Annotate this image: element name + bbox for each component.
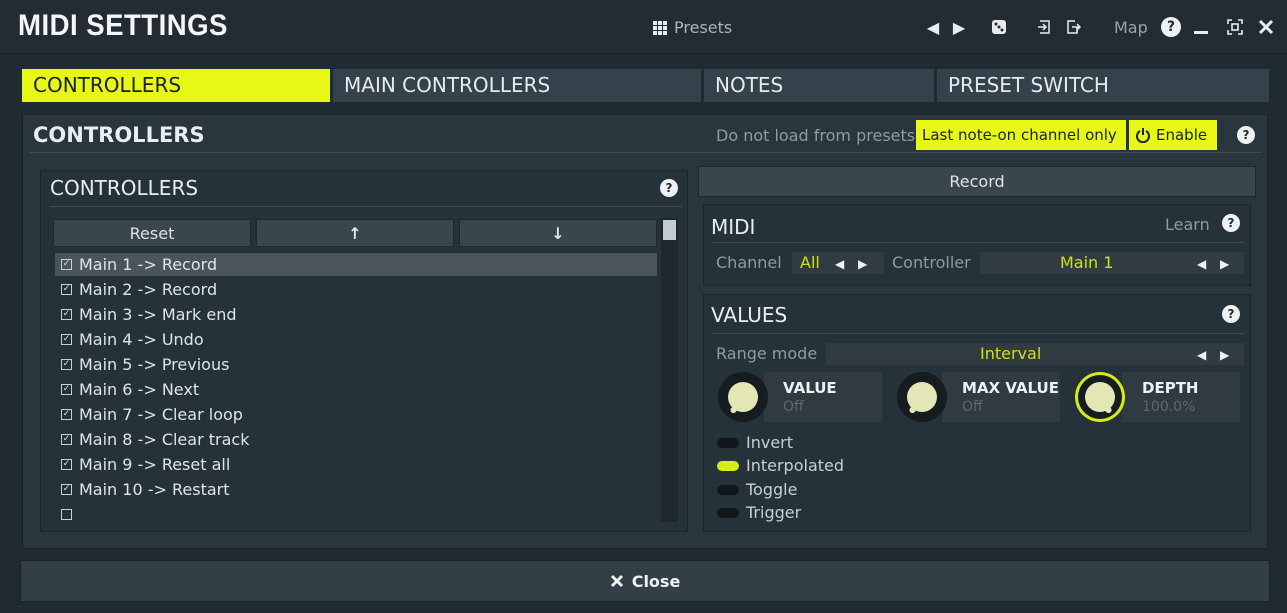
help-icon[interactable]: ? bbox=[1160, 17, 1182, 37]
tab-preset-switch[interactable]: PRESET SWITCH bbox=[937, 69, 1269, 102]
enable-button[interactable]: Enable bbox=[1129, 120, 1217, 150]
move-down-button[interactable]: ↓ bbox=[459, 219, 657, 247]
midi-title: MIDI bbox=[711, 215, 756, 239]
reset-button[interactable]: Reset bbox=[53, 219, 251, 247]
prev-preset-icon[interactable]: ◀ bbox=[926, 17, 940, 37]
checkbox-icon[interactable]: ✓ bbox=[61, 384, 72, 395]
toggle-toggle[interactable] bbox=[717, 485, 739, 495]
max-value-knob-title: MAX VALUE bbox=[962, 379, 1059, 397]
channel-next-icon[interactable]: ▶ bbox=[858, 257, 867, 271]
depth-knob-value: 100.0% bbox=[1142, 399, 1196, 415]
next-preset-icon[interactable]: ▶ bbox=[952, 17, 966, 37]
list-item[interactable]: ✓ Main 10 -> Restart bbox=[55, 478, 657, 501]
random-dice-icon[interactable] bbox=[990, 17, 1008, 37]
close-x-icon bbox=[610, 574, 623, 588]
window-title: MIDI SETTINGS bbox=[18, 9, 228, 42]
record-button[interactable]: Record bbox=[698, 166, 1256, 197]
map-button[interactable]: Map bbox=[1114, 18, 1148, 37]
list-item[interactable]: ✓ Main 7 -> Clear loop bbox=[55, 403, 657, 426]
import-icon[interactable] bbox=[1036, 17, 1054, 37]
midi-help-icon[interactable]: ? bbox=[1222, 214, 1240, 232]
checkbox-icon[interactable]: ✓ bbox=[61, 359, 72, 370]
checkbox-icon[interactable]: ✓ bbox=[61, 484, 72, 495]
invert-toggle[interactable] bbox=[717, 438, 739, 448]
panel-help-icon[interactable]: ? bbox=[1237, 126, 1255, 144]
list-scrollbar-thumb[interactable] bbox=[663, 220, 676, 240]
presets-label: Presets bbox=[674, 18, 733, 37]
list-divider bbox=[50, 206, 682, 207]
depth-knob-title: DEPTH bbox=[1142, 379, 1199, 397]
value-knob-value: Off bbox=[783, 399, 804, 415]
range-mode-next-icon[interactable]: ▶ bbox=[1220, 348, 1229, 362]
channel-value: All bbox=[800, 253, 820, 272]
values-help-icon[interactable]: ? bbox=[1222, 305, 1240, 323]
checkbox-icon[interactable]: ✓ bbox=[61, 284, 72, 295]
enable-label: Enable bbox=[1156, 126, 1208, 144]
channel-prev-icon[interactable]: ◀ bbox=[835, 257, 844, 271]
list-item[interactable]: ✓ Main 1 -> Record bbox=[55, 253, 657, 276]
range-mode-value: Interval bbox=[980, 344, 1042, 363]
values-divider bbox=[711, 333, 1245, 334]
controllers-list-title: CONTROLLERS bbox=[50, 176, 199, 200]
channel-label: Channel bbox=[716, 253, 782, 272]
export-icon[interactable] bbox=[1064, 17, 1082, 37]
power-icon bbox=[1136, 128, 1150, 143]
tab-controllers[interactable]: CONTROLLERS bbox=[22, 69, 330, 102]
trigger-label: Trigger bbox=[746, 503, 802, 522]
checkbox-icon[interactable]: ✓ bbox=[61, 409, 72, 420]
list-item[interactable]: ✓ Main 9 -> Reset all bbox=[55, 453, 657, 476]
midi-divider bbox=[711, 242, 1245, 243]
close-icon[interactable] bbox=[1257, 17, 1275, 37]
checkbox-icon[interactable]: ✓ bbox=[61, 434, 72, 445]
minimize-icon[interactable] bbox=[1192, 17, 1210, 37]
tab-notes[interactable]: NOTES bbox=[704, 69, 934, 102]
interpolated-label: Interpolated bbox=[746, 456, 845, 475]
controller-value: Main 1 bbox=[1060, 253, 1114, 272]
range-mode-label: Range mode bbox=[716, 344, 818, 363]
close-label: Close bbox=[631, 571, 681, 591]
invert-label: Invert bbox=[746, 433, 794, 452]
list-item[interactable] bbox=[55, 503, 657, 526]
tab-main-controllers[interactable]: MAIN CONTROLLERS bbox=[333, 69, 701, 102]
list-item[interactable]: ✓ Main 5 -> Previous bbox=[55, 353, 657, 376]
last-note-channel-button[interactable]: Last note-on channel only bbox=[916, 120, 1126, 150]
list-item[interactable]: ✓ Main 4 -> Undo bbox=[55, 328, 657, 351]
list-item[interactable]: ✓ Main 8 -> Clear track bbox=[55, 428, 657, 451]
value-knob-title: VALUE bbox=[783, 379, 837, 397]
checkbox-icon[interactable] bbox=[61, 509, 72, 520]
trigger-toggle[interactable] bbox=[717, 508, 739, 518]
max-value-knob-value: Off bbox=[962, 399, 983, 415]
panel-divider bbox=[30, 152, 1262, 153]
depth-knob[interactable] bbox=[1075, 372, 1125, 422]
learn-button[interactable]: Learn bbox=[1165, 215, 1210, 234]
checkbox-icon[interactable]: ✓ bbox=[61, 334, 72, 345]
do-not-load-toggle[interactable]: Do not load from presets bbox=[716, 126, 915, 145]
max-value-knob[interactable] bbox=[897, 372, 947, 422]
controller-next-icon[interactable]: ▶ bbox=[1220, 257, 1229, 271]
presets-button[interactable]: Presets bbox=[652, 18, 732, 37]
close-button[interactable]: Close bbox=[20, 560, 1270, 602]
range-mode-prev-icon[interactable]: ◀ bbox=[1197, 348, 1206, 362]
checkbox-icon[interactable]: ✓ bbox=[61, 459, 72, 470]
controller-label: Controller bbox=[892, 253, 971, 272]
controller-prev-icon[interactable]: ◀ bbox=[1197, 257, 1206, 271]
list-scrollbar[interactable] bbox=[661, 218, 678, 522]
move-up-button[interactable]: ↑ bbox=[256, 219, 454, 247]
list-item[interactable]: ✓ Main 6 -> Next bbox=[55, 378, 657, 401]
controllers-panel-title: CONTROLLERS bbox=[33, 123, 205, 147]
value-knob[interactable] bbox=[718, 372, 768, 422]
interpolated-toggle[interactable] bbox=[717, 461, 739, 471]
checkbox-icon[interactable]: ✓ bbox=[61, 259, 72, 270]
values-title: VALUES bbox=[711, 303, 788, 327]
list-item[interactable]: ✓ Main 3 -> Mark end bbox=[55, 303, 657, 326]
list-help-icon[interactable]: ? bbox=[660, 179, 678, 197]
fullscreen-icon[interactable] bbox=[1226, 17, 1244, 37]
toggle-label: Toggle bbox=[746, 480, 798, 499]
grid-icon bbox=[653, 20, 667, 35]
list-item[interactable]: ✓ Main 2 -> Record bbox=[55, 278, 657, 301]
checkbox-icon[interactable]: ✓ bbox=[61, 309, 72, 320]
